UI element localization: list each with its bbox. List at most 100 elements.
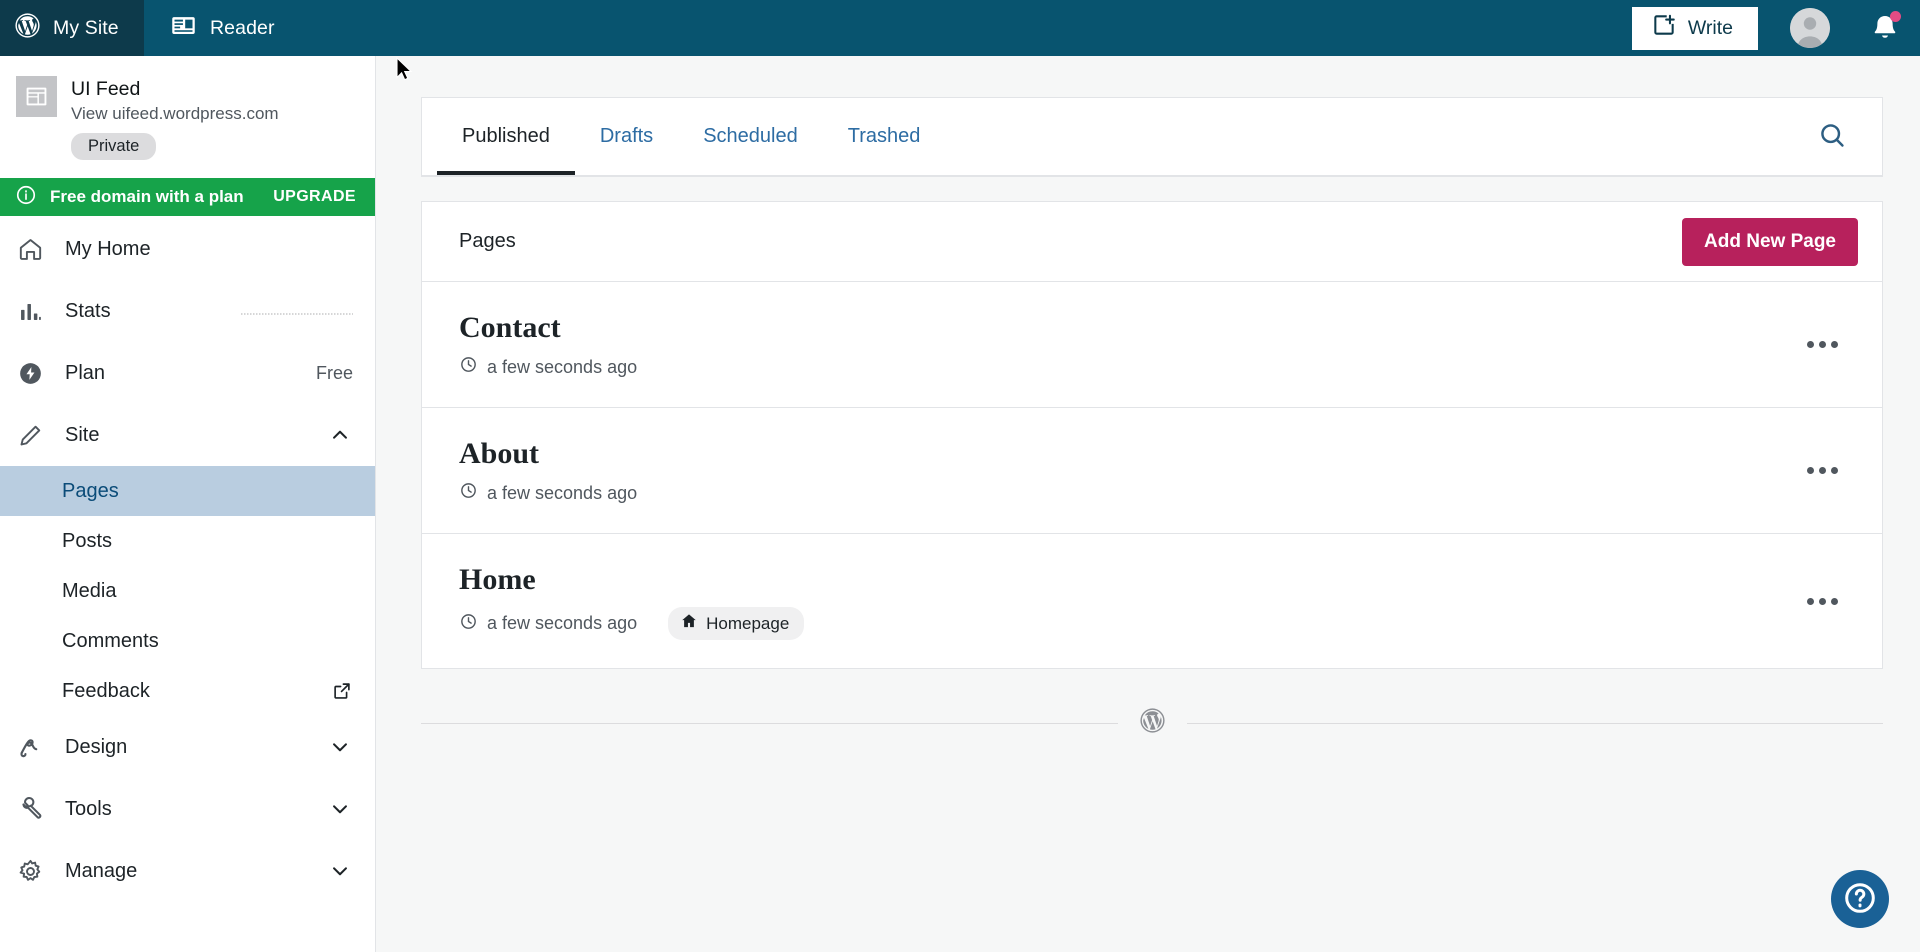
sidebar-item-posts[interactable]: Posts: [0, 516, 375, 566]
sidebar-item-tools-label: Tools: [65, 797, 112, 820]
plan-bolt-icon: [17, 360, 53, 387]
sidebar-item-design[interactable]: Design: [0, 716, 375, 778]
add-new-page-button[interactable]: Add New Page: [1682, 217, 1858, 266]
page-row[interactable]: About a few seconds ago: [422, 408, 1882, 534]
page-title[interactable]: Contact: [459, 310, 1787, 346]
sidebar-item-stats-label: Stats: [65, 299, 111, 322]
write-button[interactable]: Write: [1631, 6, 1758, 50]
upgrade-banner[interactable]: Free domain with a plan UPGRADE: [0, 178, 375, 217]
tab-scheduled[interactable]: Scheduled: [678, 98, 823, 175]
sidebar-item-site[interactable]: Site: [0, 404, 375, 466]
tab-drafts[interactable]: Drafts: [575, 98, 678, 175]
sidebar-item-manage[interactable]: Manage: [0, 840, 375, 902]
clock-icon: [459, 612, 478, 636]
sidebar-item-my-home[interactable]: My Home: [0, 218, 375, 280]
gear-icon: [17, 858, 53, 885]
sidebar-item-media-label: Media: [62, 579, 117, 602]
page-meta: a few seconds ago: [459, 481, 1787, 505]
clock-icon: [459, 355, 478, 379]
page-title[interactable]: Home: [459, 562, 1787, 598]
sidebar-item-plan[interactable]: Plan Free: [0, 342, 375, 404]
chevron-down-icon[interactable]: [327, 796, 353, 822]
search-button[interactable]: [1783, 98, 1882, 175]
write-new-icon: [1651, 12, 1677, 44]
site-meta: UI Feed View uifeed.wordpress.com Privat…: [71, 76, 279, 161]
page-more-menu-button[interactable]: [1787, 584, 1858, 619]
ellipsis-horizontal-icon: [1807, 467, 1814, 474]
tab-trashed-label: Trashed: [847, 125, 921, 147]
info-circle-icon: [15, 184, 37, 211]
page-timestamp: a few seconds ago: [487, 356, 638, 377]
notifications-bell-icon: [1870, 15, 1900, 45]
sidebar-nav: My Home Stats Plan Free Site Pages Posts…: [0, 216, 375, 902]
page-row-main: Home a few seconds ago Homepage: [459, 562, 1787, 640]
sidebar-item-feedback-label: Feedback: [62, 679, 150, 702]
site-preview-icon: [16, 76, 57, 117]
design-brush-icon: [17, 734, 53, 761]
chevron-up-icon[interactable]: [327, 422, 353, 448]
masthead-reader[interactable]: Reader: [144, 0, 297, 56]
ellipsis-horizontal-icon: [1807, 597, 1814, 605]
stats-bars-icon: [17, 298, 53, 325]
page-more-menu-button[interactable]: [1787, 327, 1858, 362]
tools-wrench-icon: [17, 796, 53, 823]
sidebar-item-pages[interactable]: Pages: [0, 466, 375, 517]
reader-icon: [170, 12, 197, 44]
notifications-button[interactable]: [1870, 10, 1901, 45]
notification-badge-dot: [1890, 10, 1901, 22]
sidebar-item-plan-label: Plan: [65, 361, 106, 384]
pencil-icon: [17, 422, 53, 449]
page-timestamp: a few seconds ago: [487, 482, 638, 503]
page-meta: a few seconds ago: [459, 355, 1787, 379]
sidebar-item-posts-label: Posts: [62, 529, 113, 552]
page-more-menu-button[interactable]: [1787, 453, 1858, 488]
page-title[interactable]: About: [459, 436, 1787, 472]
mouse-cursor: [396, 57, 413, 81]
ellipsis-dot: [1819, 467, 1826, 474]
site-visibility-badge: Private: [71, 133, 157, 161]
page-row[interactable]: Contact a few seconds ago: [422, 282, 1882, 408]
sidebar-item-comments[interactable]: Comments: [0, 616, 375, 666]
sidebar-item-feedback[interactable]: Feedback: [0, 666, 375, 716]
page-meta: a few seconds ago Homepage: [459, 607, 1787, 640]
pages-list-panel: Pages Add New Page Contact a few seconds…: [421, 201, 1883, 669]
sidebar-item-stats[interactable]: Stats: [0, 280, 375, 342]
page-row[interactable]: Home a few seconds ago Homepage: [422, 534, 1882, 668]
home-icon: [17, 236, 53, 263]
wordpress-logo-icon: [1138, 706, 1167, 740]
masthead-reader-label: Reader: [210, 16, 275, 39]
ellipsis-dot: [1819, 341, 1826, 348]
site-card[interactable]: UI Feed View uifeed.wordpress.com Privat…: [0, 56, 375, 172]
upgrade-banner-text: Free domain with a plan: [50, 187, 244, 207]
sidebar-item-plan-value-wrap: Free: [316, 363, 353, 384]
ellipsis-dot: [1831, 467, 1838, 474]
pages-list-header: Pages Add New Page: [422, 202, 1882, 282]
tab-bar-spacer: [945, 98, 1783, 175]
sidebar-item-media[interactable]: Media: [0, 566, 375, 616]
tab-bar: Published Drafts Scheduled Trashed: [422, 98, 1882, 176]
masthead-my-site-label: My Site: [53, 16, 119, 39]
chevron-down-icon[interactable]: [327, 734, 353, 760]
write-button-label: Write: [1687, 16, 1733, 39]
masthead-my-site[interactable]: My Site: [0, 0, 144, 56]
tab-trashed[interactable]: Trashed: [823, 98, 946, 175]
page-row-main: Contact a few seconds ago: [459, 310, 1787, 379]
avatar[interactable]: [1790, 8, 1830, 48]
wordpress-divider: [421, 706, 1883, 740]
ellipsis-dot: [1831, 597, 1838, 605]
sidebar-item-site-label: Site: [65, 423, 100, 446]
sidebar-item-tools[interactable]: Tools: [0, 778, 375, 840]
page-timestamp: a few seconds ago: [487, 613, 638, 633]
clock-icon: [459, 481, 478, 505]
divider-line-right: [1186, 722, 1883, 724]
chevron-down-icon[interactable]: [327, 858, 353, 884]
tab-scheduled-label: Scheduled: [703, 125, 798, 147]
ellipsis-dot: [1819, 597, 1826, 605]
sidebar: UI Feed View uifeed.wordpress.com Privat…: [0, 56, 376, 952]
upgrade-banner-action[interactable]: UPGRADE: [273, 188, 356, 206]
sidebar-item-manage-label: Manage: [65, 859, 138, 882]
tab-published[interactable]: Published: [437, 98, 575, 175]
search-icon: [1817, 120, 1848, 154]
help-button[interactable]: [1831, 870, 1889, 928]
ellipsis-horizontal-icon: [1807, 341, 1814, 348]
